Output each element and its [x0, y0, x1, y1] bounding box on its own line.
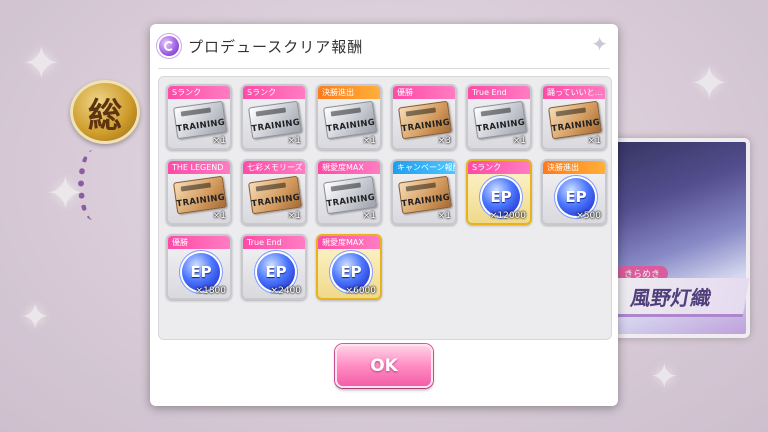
training-ticket-icon: TRAINING: [173, 175, 227, 215]
reward-quantity: ×1: [287, 136, 301, 146]
reward-grid: Sランク TRAINING ×1 Sランク TRAINING ×1 決勝進出 TRAINING…: [158, 76, 612, 340]
reward-item-ticket[interactable]: 踊っていいと… TRAINING ×1: [541, 84, 607, 150]
reward-item-ep[interactable]: True End EP ×2400: [241, 234, 307, 300]
reward-item-ticket[interactable]: THE LEGEND TRAINING ×1: [166, 159, 232, 225]
reward-condition-tag: Sランク: [243, 86, 305, 99]
training-ticket-icon: TRAINING: [248, 100, 302, 140]
ticket-label: TRAINING: [175, 192, 226, 210]
reward-item-ticket[interactable]: 親愛度MAX TRAINING ×1: [316, 159, 382, 225]
reward-condition-tag: 親愛度MAX: [318, 236, 380, 249]
reward-quantity: ×12000: [489, 211, 526, 221]
training-ticket-icon: TRAINING: [248, 175, 302, 215]
reward-condition-tag: 優勝: [168, 236, 230, 249]
training-ticket-icon: TRAINING: [323, 100, 377, 140]
reward-item-ticket[interactable]: 優勝 TRAINING ×3: [391, 84, 457, 150]
reward-quantity: ×1: [287, 211, 301, 221]
ep-label: EP: [565, 188, 587, 206]
ep-label: EP: [340, 263, 362, 281]
dialog-header: プロデュースクリア報酬 ✦: [150, 24, 618, 68]
produce-icon: [159, 36, 179, 56]
reward-item-ticket[interactable]: Sランク TRAINING ×1: [241, 84, 307, 150]
training-ticket-icon: TRAINING: [398, 100, 452, 140]
reward-condition-tag: キャンペーン報酬: [393, 161, 455, 174]
training-ticket-icon: TRAINING: [473, 100, 527, 140]
reward-quantity: ×1: [437, 211, 451, 221]
ok-button[interactable]: OK: [335, 344, 433, 388]
training-ticket-icon: TRAINING: [323, 175, 377, 215]
reward-dialog: プロデュースクリア報酬 ✦ Sランク TRAINING ×1 Sランク TRAINING…: [150, 24, 618, 406]
reward-quantity: ×1: [212, 211, 226, 221]
reward-item-ep[interactable]: 親愛度MAX EP ×6000: [316, 234, 382, 300]
ep-label: EP: [265, 263, 287, 281]
reward-quantity: ×1: [362, 211, 376, 221]
reward-quantity: ×1: [512, 136, 526, 146]
reward-quantity: ×6000: [345, 286, 376, 296]
ticket-label: TRAINING: [250, 192, 301, 210]
ticket-label: TRAINING: [175, 117, 226, 135]
ticket-label: TRAINING: [400, 192, 451, 210]
reward-condition-tag: True End: [468, 86, 530, 99]
reward-item-ticket[interactable]: 決勝進出 TRAINING ×1: [316, 84, 382, 150]
training-ticket-icon: TRAINING: [398, 175, 452, 215]
reward-item-ticket[interactable]: True End TRAINING ×1: [466, 84, 532, 150]
reward-condition-tag: 優勝: [393, 86, 455, 99]
reward-condition-tag: 決勝進出: [318, 86, 380, 99]
reward-quantity: ×3: [437, 136, 451, 146]
header-divider: [158, 68, 610, 69]
training-ticket-icon: TRAINING: [173, 100, 227, 140]
ticket-label: TRAINING: [325, 192, 376, 210]
ticket-label: TRAINING: [475, 117, 526, 135]
reward-condition-tag: True End: [243, 236, 305, 249]
ticket-label: TRAINING: [400, 117, 451, 135]
sparkle-icon: ✦: [591, 32, 608, 56]
reward-quantity: ×500: [576, 211, 601, 221]
reward-condition-tag: Sランク: [468, 161, 530, 174]
reward-condition-tag: 七彩メモリーズ: [243, 161, 305, 174]
reward-condition-tag: 決勝進出: [543, 161, 605, 174]
reward-condition-tag: Sランク: [168, 86, 230, 99]
reward-item-ticket[interactable]: 七彩メモリーズ TRAINING ×1: [241, 159, 307, 225]
reward-item-ep[interactable]: 決勝進出 EP ×500: [541, 159, 607, 225]
ticket-label: TRAINING: [250, 117, 301, 135]
reward-condition-tag: 踊っていいと…: [543, 86, 605, 99]
reward-condition-tag: THE LEGEND: [168, 161, 230, 174]
reward-item-ep[interactable]: 優勝 EP ×1800: [166, 234, 232, 300]
reward-quantity: ×1: [212, 136, 226, 146]
ticket-label: TRAINING: [325, 117, 376, 135]
ticket-label: TRAINING: [550, 117, 601, 135]
ep-label: EP: [490, 188, 512, 206]
reward-quantity: ×1: [362, 136, 376, 146]
reward-item-ticket[interactable]: Sランク TRAINING ×1: [166, 84, 232, 150]
reward-quantity: ×1: [587, 136, 601, 146]
reward-quantity: ×1800: [195, 286, 226, 296]
reward-quantity: ×2400: [270, 286, 301, 296]
ok-button-label: OK: [370, 356, 398, 376]
dialog-title: プロデュースクリア報酬: [188, 38, 364, 56]
ep-label: EP: [190, 263, 212, 281]
reward-item-ep[interactable]: Sランク EP ×12000: [466, 159, 532, 225]
reward-condition-tag: 親愛度MAX: [318, 161, 380, 174]
reward-item-ticket[interactable]: キャンペーン報酬 TRAINING ×1: [391, 159, 457, 225]
training-ticket-icon: TRAINING: [548, 100, 602, 140]
